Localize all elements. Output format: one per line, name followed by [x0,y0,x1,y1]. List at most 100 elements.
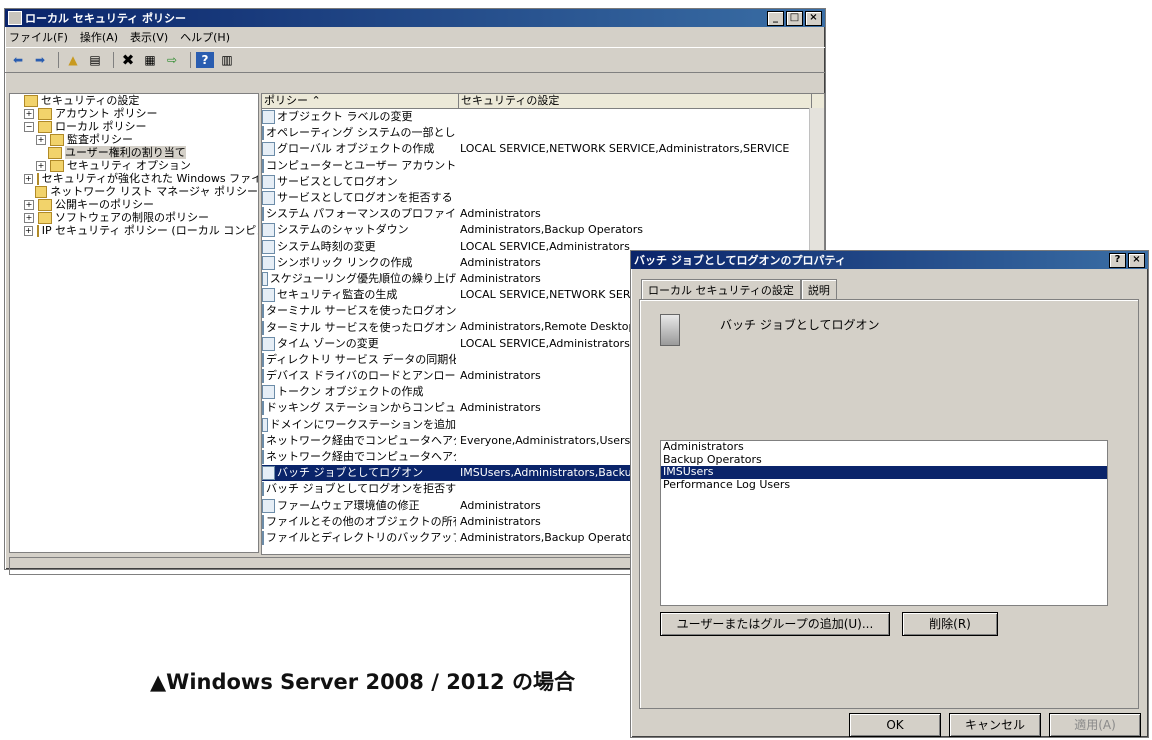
policy-name: ターミナル サービスを使ったログオンを... [266,304,456,318]
export-list-icon[interactable]: ⇨ [163,52,181,68]
policy-row[interactable]: サービスとしてログオン [262,174,824,190]
policy-heading: バッチ ジョブとしてログオン [720,318,880,332]
user-group-item[interactable]: IMSUsers [661,465,1107,479]
tree-item[interactable]: + 公開キーのポリシー [10,198,258,211]
user-group-item[interactable]: Backup Operators [661,453,1107,467]
tree-item-label: アカウント ポリシー [55,107,158,120]
policy-name: タイム ゾーンの変更 [277,336,379,350]
menu-help[interactable]: ヘルプ(H) [180,29,230,45]
menu-file[interactable]: ファイル(F) [9,29,68,45]
maximize-icon[interactable]: □ [786,10,803,26]
back-arrow-icon[interactable]: ⬅ [9,52,27,68]
policy-icon [262,271,268,286]
show-tree-icon[interactable]: ▤ [86,52,104,68]
menu-action[interactable]: 操作(A) [80,29,118,45]
tree-item[interactable]: + IP セキュリティ ポリシー (ローカル コンピュー [10,224,258,237]
security-setting-cell: LOCAL SERVICE,Administrators [460,239,630,253]
tree-item[interactable]: セキュリティの設定 [10,94,258,107]
apply-button[interactable]: 適用(A) [1049,713,1141,737]
expand-toggle-icon[interactable]: − [24,121,34,132]
properties-icon[interactable]: ▦ [141,52,159,68]
add-user-group-button[interactable]: ユーザーまたはグループの追加(U)... [660,612,890,636]
policy-name: サービスとしてログオン [277,174,398,188]
policy-row[interactable]: コンピューターとユーザー アカウントに委... [262,158,824,174]
expand-toggle-icon[interactable]: + [24,108,34,119]
help-icon[interactable]: ? [1109,252,1126,268]
folder-icon [38,107,52,120]
policy-row[interactable]: サービスとしてログオンを拒否する [262,190,824,206]
policy-name: オブジェクト ラベルの変更 [277,110,413,124]
column-security-setting[interactable]: セキュリティの設定 [459,94,812,108]
policy-name-cell: オブジェクト ラベルの変更 [262,109,456,125]
policy-row[interactable]: グローバル オブジェクトの作成 LOCAL SERVICE,NETWORK SER… [262,141,824,157]
main-titlebar[interactable]: ローカル セキュリティ ポリシー _ □ × [5,9,825,27]
column-policy[interactable]: ポリシー ⌃ [262,94,459,108]
policy-name: ドッキング ステーションからコンピュー... [266,401,456,415]
policy-name: シンボリック リンクの作成 [277,255,413,269]
expand-toggle-icon[interactable]: + [36,134,46,145]
tab-panel: バッチ ジョブとしてログオン Administrators Backup Oper… [639,299,1139,709]
expand-toggle-icon[interactable]: + [24,199,34,210]
dialog-titlebar[interactable]: バッチ ジョブとしてログオンのプロパティ ? × [631,251,1148,269]
policy-icon [262,466,275,481]
delete-icon[interactable]: ✖ [119,51,137,69]
expand-toggle-icon[interactable]: + [24,225,33,236]
tree-item[interactable]: + 監査ポリシー [10,133,258,146]
policy-name: システム時刻の変更 [277,239,376,253]
policy-icon [262,239,275,254]
tree-item-label: セキュリティ オプション [67,159,191,172]
up-folder-icon[interactable]: ▲ [64,52,82,68]
console-icon[interactable]: ▥ [218,52,236,68]
remove-button[interactable]: 削除(R) [902,612,998,636]
user-group-item[interactable]: Performance Log Users [661,478,1107,492]
tree-item[interactable]: ネットワーク リスト マネージャ ポリシー [10,185,258,198]
main-window-title: ローカル セキュリティ ポリシー [25,12,186,25]
caption: ▲Windows Server 2008 / 2012 の場合 [150,670,575,694]
user-group-list[interactable]: Administrators Backup Operators IMSUsers Pe… [660,440,1108,606]
policy-name-cell: スケジューリング優先順位の繰り上げ [262,271,456,287]
security-setting-cell [456,449,460,465]
security-setting-cell: Administrators [460,514,541,528]
help-icon[interactable]: ? [196,52,214,68]
expand-toggle-icon[interactable]: + [24,173,33,184]
tab-explanation[interactable]: 説明 [800,279,837,300]
tree-item[interactable]: + セキュリティが強化された Windows ファイア [10,172,258,185]
policy-icon [262,142,275,157]
tree-item[interactable]: + セキュリティ オプション [10,159,258,172]
security-setting-cell: Administrators [460,369,541,382]
policy-row[interactable]: システムのシャットダウン Administrators,Backup Operat… [262,222,824,238]
tree-item[interactable]: − ローカル ポリシー [10,120,258,133]
policy-name: トークン オブジェクトの作成 [277,385,424,399]
policy-icon [262,207,264,222]
security-setting-cell: Administrators,Backup Operators [460,530,643,544]
policy-icon [262,110,275,125]
policy-name: バッチ ジョブとしてログオン [277,466,424,480]
security-setting-cell: LOCAL SERVICE,NETWORK SERV [460,288,638,302]
user-group-item[interactable]: Administrators [661,440,1107,454]
minimize-icon[interactable]: _ [767,10,784,26]
policy-icon [262,191,275,206]
forward-arrow-icon[interactable]: ➡ [31,52,49,68]
policy-row[interactable]: オブジェクト ラベルの変更 [262,109,824,125]
policy-name-cell: システムのシャットダウン [262,222,456,238]
security-setting-cell: Administrators [460,498,541,512]
menu-view[interactable]: 表示(V) [130,29,168,45]
tree-item[interactable]: ユーザー権利の割り当て [10,146,258,159]
expand-toggle-icon[interactable]: + [24,212,34,223]
policy-icon [262,288,275,303]
tab-local-security-setting[interactable]: ローカル セキュリティの設定 [641,279,801,300]
ok-button[interactable]: OK [849,713,941,737]
security-setting-cell [456,158,460,174]
policy-row[interactable]: システム パフォーマンスのプロファイル Administrators [262,206,824,222]
policy-icon [262,158,264,173]
policy-icon [262,433,264,448]
policy-icon [262,304,264,319]
tree-item[interactable]: + ソフトウェアの制限のポリシー [10,211,258,224]
close-icon[interactable]: × [805,10,822,26]
cancel-button[interactable]: キャンセル [949,713,1041,737]
close-icon[interactable]: × [1128,252,1145,268]
expand-toggle-icon[interactable]: + [36,160,46,171]
policy-row[interactable]: オペレーティング システムの一部とし... [262,125,824,141]
policy-name-cell: バッチ ジョブとしてログオンを拒否する [262,481,456,497]
tree-item[interactable]: + アカウント ポリシー [10,107,258,120]
